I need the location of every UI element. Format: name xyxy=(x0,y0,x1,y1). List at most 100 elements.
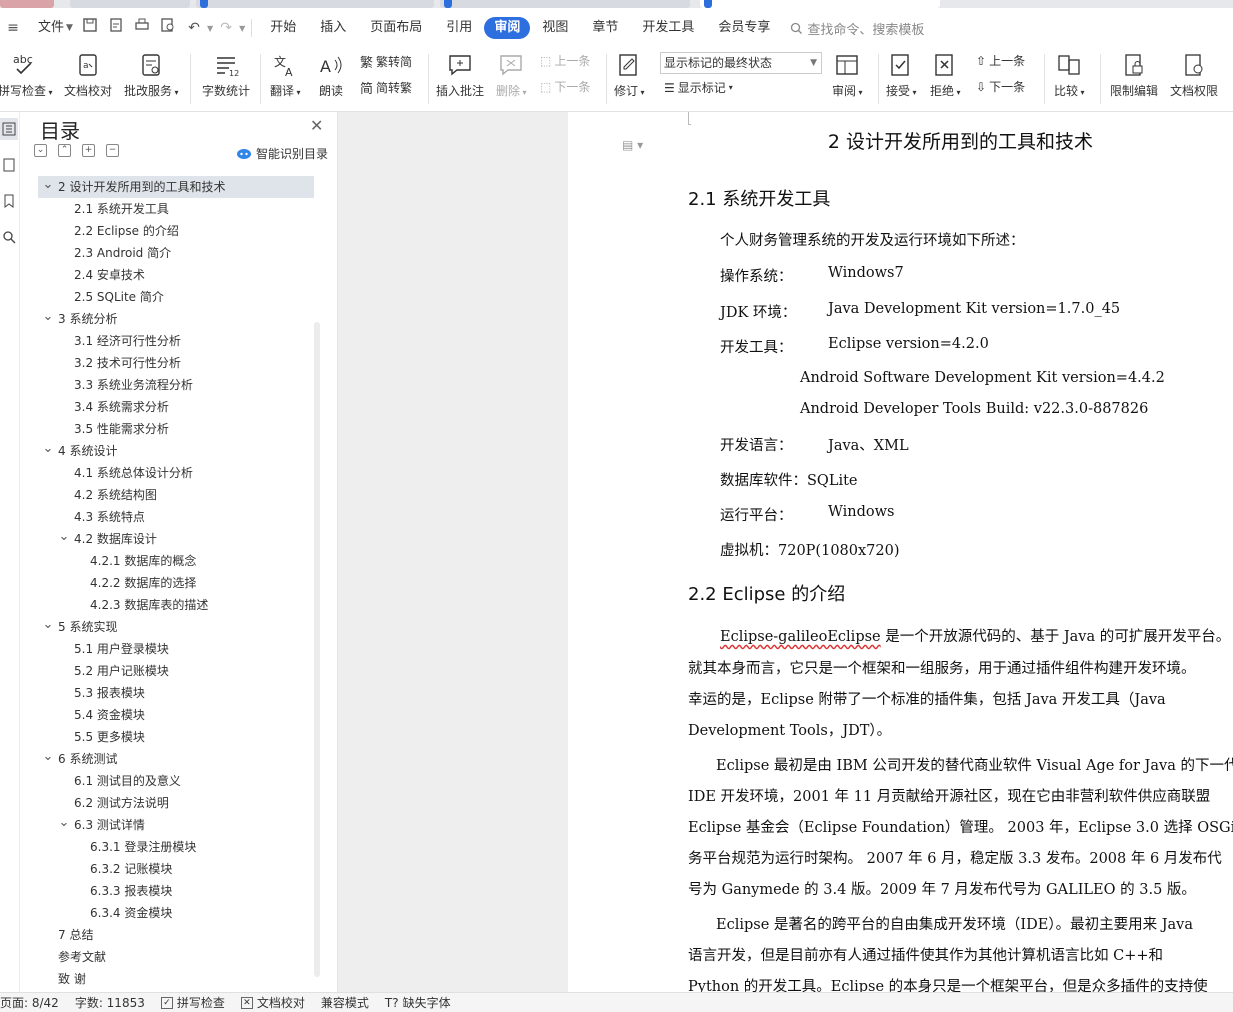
add-entry-icon[interactable]: + xyxy=(82,144,95,157)
reject-button[interactable]: 拒绝 ▾ xyxy=(930,50,961,99)
menu-icon[interactable]: ≡ xyxy=(0,17,26,39)
toc-item[interactable]: 参考文献 xyxy=(20,946,320,968)
markup-state-select[interactable]: 显示标记的最终状态 ▼ xyxy=(660,52,822,74)
read-aloud-button[interactable]: A 朗读 xyxy=(316,50,346,99)
tab-references[interactable]: 引用 xyxy=(434,17,484,39)
spelling-flagged-word[interactable]: Eclipse-galileoEclipse xyxy=(720,629,881,645)
window-tab[interactable] xyxy=(440,0,690,8)
toc-item[interactable]: 5.4 资金模块 xyxy=(20,704,320,726)
next-change-button[interactable]: ⇩ 下一条 xyxy=(976,78,1025,95)
toc-item[interactable]: 2.1 系统开发工具 xyxy=(20,198,320,220)
page-indicator[interactable]: 页面: 8/42 xyxy=(0,994,59,1011)
toc-item[interactable]: 4.3 系统特点 xyxy=(20,506,320,528)
next-comment-button[interactable]: ⬚ 下一条 xyxy=(540,78,590,95)
toc-item[interactable]: 5.5 更多模块 xyxy=(20,726,320,748)
chevron-down-icon[interactable]: ⌄ xyxy=(42,614,54,636)
bookmark-icon[interactable] xyxy=(0,190,18,212)
toc-item[interactable]: 5.3 报表模块 xyxy=(20,682,320,704)
close-icon[interactable]: ✕ xyxy=(310,116,323,135)
toc-item[interactable]: 5.2 用户记账模块 xyxy=(20,660,320,682)
word-count-button[interactable]: 123 字数统计 xyxy=(202,50,250,99)
tab-section[interactable]: 章节 xyxy=(580,17,630,39)
tab-view[interactable]: 视图 xyxy=(530,17,580,39)
print-icon[interactable] xyxy=(129,17,155,39)
toc-item[interactable]: 6.2 测试方法说明 xyxy=(20,792,320,814)
remove-entry-icon[interactable]: − xyxy=(106,144,119,157)
toc-item[interactable]: 6.3.3 报表模块 xyxy=(20,880,320,902)
spell-check-button[interactable]: abc 拼写检查 ▾ xyxy=(0,50,53,99)
toc-item[interactable]: 3.2 技术可行性分析 xyxy=(20,352,320,374)
toc-item[interactable]: ⌄ 4.2 数据库设计 xyxy=(20,528,320,550)
redo-icon[interactable]: ↷ xyxy=(213,17,239,39)
toc-item[interactable]: 3.5 性能需求分析 xyxy=(20,418,320,440)
prev-change-button[interactable]: ⇧ 上一条 xyxy=(976,52,1025,69)
tab-developer[interactable]: 开发工具 xyxy=(630,17,706,39)
toc-item[interactable]: 2.3 Android 简介 xyxy=(20,242,320,264)
delete-comment-button[interactable]: 删除 ▾ xyxy=(496,50,527,99)
toc-item[interactable]: ⌄ 6 系统测试 xyxy=(20,748,320,770)
command-search[interactable]: 查找命令、搜索模板 xyxy=(790,19,924,38)
toc-item[interactable]: ⌄ 5 系统实现 xyxy=(20,616,320,638)
restrict-editing-button[interactable]: 限制编辑 xyxy=(1110,50,1158,99)
revise-button[interactable]: 修订 ▾ xyxy=(614,50,645,99)
document-page[interactable]: ▤ ▾ 2 设计开发所用到的工具和技术 2.1 系统开发工具 个人财务管理系统的… xyxy=(568,112,1233,992)
toc-item[interactable]: ⌄ 6.3 测试详情 xyxy=(20,814,320,836)
toc-item[interactable]: 4.2.2 数据库的选择 xyxy=(20,572,320,594)
tab-insert[interactable]: 插入 xyxy=(308,17,358,39)
chevron-down-icon[interactable]: ⌄ xyxy=(42,174,54,196)
batch-service-button[interactable]: 批改服务 ▾ xyxy=(124,50,179,99)
save-icon[interactable] xyxy=(77,17,103,39)
doc-permission-button[interactable]: 文档权限 xyxy=(1170,50,1218,99)
prev-comment-button[interactable]: ⬚ 上一条 xyxy=(540,52,590,69)
toc-item[interactable]: 6.3.2 记账模块 xyxy=(20,858,320,880)
toc-item[interactable]: 2.2 Eclipse 的介绍 xyxy=(20,220,320,242)
expand-all-icon[interactable]: ⌄ xyxy=(34,144,47,157)
toc-item[interactable]: 4.2.1 数据库的概念 xyxy=(20,550,320,572)
toc-item[interactable]: 6.1 测试目的及意义 xyxy=(20,770,320,792)
toc-panel-icon[interactable] xyxy=(0,118,18,140)
export-pdf-icon[interactable] xyxy=(103,17,129,39)
toc-item[interactable]: ⌄ 4 系统设计 xyxy=(20,440,320,462)
toc-item[interactable]: 4.2 系统结构图 xyxy=(20,484,320,506)
to-simplified-button[interactable]: 简简转繁 xyxy=(360,78,412,97)
toc-item[interactable]: 2.4 安卓技术 xyxy=(20,264,320,286)
toc-scrollbar[interactable] xyxy=(314,322,320,977)
tab-review[interactable]: 审阅 xyxy=(484,17,531,39)
proofread-status[interactable]: ✕ 文档校对 xyxy=(240,994,305,1011)
toc-item[interactable]: 4.2.3 数据库表的描述 xyxy=(20,594,320,616)
print-preview-icon[interactable] xyxy=(155,17,181,39)
toc-item[interactable]: ⌄ 2 设计开发所用到的工具和技术 xyxy=(38,176,314,198)
window-tab[interactable] xyxy=(196,0,434,8)
toc-item[interactable]: 7 总结 xyxy=(20,924,320,946)
chevron-down-icon[interactable]: ⌄ xyxy=(58,812,70,834)
toc-item[interactable]: ⌄ 3 系统分析 xyxy=(20,308,320,330)
to-traditional-button[interactable]: 繁繁转简 xyxy=(360,52,412,71)
review-pane-button[interactable]: 审阅 ▾ xyxy=(832,50,863,99)
toc-item[interactable]: 4.1 系统总体设计分析 xyxy=(20,462,320,484)
toc-item[interactable]: 6.3.1 登录注册模块 xyxy=(20,836,320,858)
smart-toc-button[interactable]: 智能识别目录 xyxy=(236,145,328,162)
doc-check-button[interactable]: a 文档校对 xyxy=(64,50,112,99)
accept-button[interactable]: 接受 ▾ xyxy=(886,50,917,99)
compare-button[interactable]: 比较 ▾ xyxy=(1054,50,1085,99)
toc-item[interactable]: 2.5 SQLite 简介 xyxy=(20,286,320,308)
show-markup-button[interactable]: ☰ 显示标记 ▾ xyxy=(664,79,733,96)
undo-icon[interactable]: ↶ xyxy=(181,17,207,39)
window-tab[interactable] xyxy=(70,0,190,8)
tab-member[interactable]: 会员专享 xyxy=(706,17,782,39)
collapse-all-icon[interactable]: ⌃ xyxy=(58,144,71,157)
spell-check-status[interactable]: ✓ 拼写检查 xyxy=(160,994,225,1011)
chevron-down-icon[interactable]: ⌄ xyxy=(42,746,54,768)
window-tab[interactable] xyxy=(0,0,54,8)
tab-home[interactable]: 开始 xyxy=(258,17,308,39)
search-icon[interactable] xyxy=(0,226,18,248)
tab-page-layout[interactable]: 页面布局 xyxy=(358,17,434,39)
insert-comment-button[interactable]: 插入批注 xyxy=(436,50,484,99)
toc-item[interactable]: 3.3 系统业务流程分析 xyxy=(20,374,320,396)
chevron-down-icon[interactable]: ⌄ xyxy=(58,526,70,548)
chevron-down-icon[interactable]: ⌄ xyxy=(42,438,54,460)
word-count-indicator[interactable]: 字数: 11853 xyxy=(75,994,145,1011)
missing-font-button[interactable]: T? 缺失字体 xyxy=(385,994,451,1011)
compat-mode-indicator[interactable]: 兼容模式 xyxy=(321,994,369,1011)
chevron-down-icon[interactable]: ⌄ xyxy=(42,306,54,328)
